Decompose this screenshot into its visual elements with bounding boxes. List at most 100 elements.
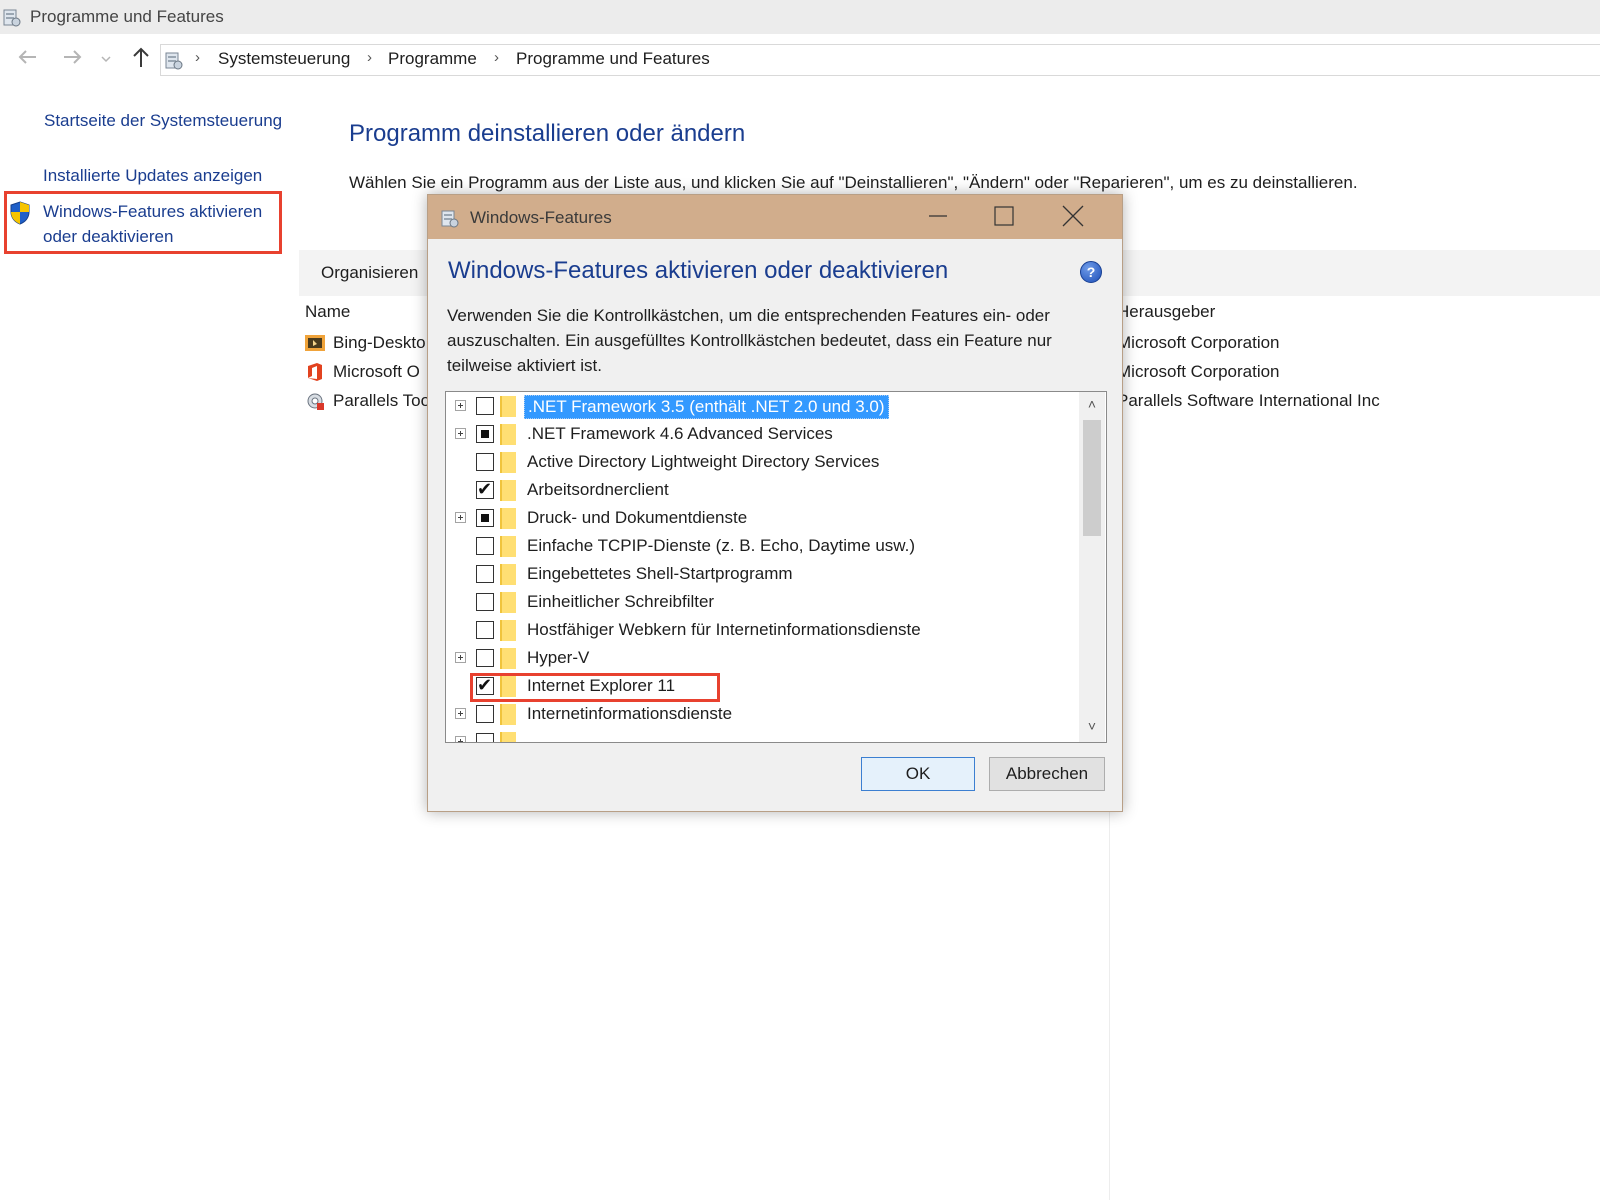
feature-checkbox[interactable] (476, 453, 494, 471)
feature-checkbox[interactable] (476, 565, 494, 583)
windows-features-dialog: Windows-Features Windows-Features aktivi… (427, 194, 1123, 812)
column-header-name[interactable]: Name (305, 302, 350, 322)
feature-row[interactable]: .NET Framework 3.5 (enthält .NET 2.0 und… (446, 393, 1078, 421)
breadcrumb-programme[interactable]: Programme (388, 49, 477, 69)
feature-row[interactable]: Internetinformationsdienste (446, 701, 1078, 729)
feature-row[interactable]: Einheitlicher Schreibfilter (446, 589, 1078, 617)
feature-checkbox[interactable] (476, 649, 494, 667)
folder-icon (500, 704, 516, 725)
dialog-description: Verwenden Sie die Kontrollkästchen, um d… (447, 306, 1052, 375)
feature-checkbox[interactable] (476, 397, 494, 415)
breadcrumb-separator-icon: › (195, 49, 200, 66)
feature-label: Einfache TCPIP-Dienste (z. B. Echo, Dayt… (527, 536, 915, 555)
feature-row[interactable]: Einfache TCPIP-Dienste (z. B. Echo, Dayt… (446, 533, 1078, 561)
feature-label: Internetinformationsdienste (527, 704, 733, 723)
folder-icon (500, 648, 516, 669)
ok-button[interactable]: OK (861, 757, 975, 791)
folder-icon (500, 536, 516, 557)
scroll-down-icon[interactable]: ˅ (1079, 718, 1105, 734)
expand-plus-icon[interactable] (455, 736, 466, 742)
feature-row[interactable]: ✔ Arbeitsordnerclient (446, 477, 1078, 505)
bing-desktop-icon (305, 335, 325, 351)
folder-icon (500, 396, 516, 417)
sidebar-link-control-panel-home[interactable]: Startseite der Systemsteuerung (44, 111, 282, 131)
scrollbar-thumb[interactable] (1083, 420, 1101, 536)
highlight-annotation-box (4, 191, 282, 254)
feature-label: Hyper-V (527, 648, 590, 667)
program-name: Microsoft O (333, 362, 420, 381)
arrow-left-icon[interactable] (16, 47, 40, 67)
folder-icon (500, 508, 516, 529)
feature-checkbox[interactable] (476, 537, 494, 555)
feature-label: .NET Framework 3.5 (enthält .NET 2.0 und… (524, 395, 889, 419)
folder-icon (500, 564, 516, 585)
organize-button[interactable]: Organisieren (321, 263, 418, 283)
column-header-publisher[interactable]: Herausgeber (1117, 302, 1215, 322)
program-publisher: Parallels Software International Inc (1117, 391, 1380, 410)
address-field[interactable]: › Systemsteuerung › Programme › Programm… (160, 44, 1600, 76)
feature-row[interactable]: Hyper-V (446, 645, 1078, 673)
minimize-icon[interactable] (914, 199, 960, 233)
control-panel-icon (441, 210, 459, 228)
breadcrumb-programme-und-features[interactable]: Programme und Features (516, 49, 710, 69)
dialog-titlebar[interactable]: Windows-Features (428, 195, 1122, 239)
feature-label: Druck- und Dokumentdienste (527, 508, 748, 527)
folder-icon (500, 452, 516, 473)
feature-checkbox[interactable] (476, 593, 494, 611)
arrow-up-icon[interactable] (130, 45, 152, 69)
highlight-annotation-box (470, 673, 720, 702)
window-title: Programme und Features (30, 7, 224, 26)
feature-checkbox[interactable]: ✔ (476, 479, 494, 499)
feature-row[interactable]: .NET Framework 4.6 Advanced Services (446, 421, 1078, 449)
program-name: Bing-Deskto (333, 333, 426, 352)
feature-checkbox[interactable] (476, 733, 494, 742)
expand-plus-icon[interactable] (455, 512, 466, 523)
program-publisher: Microsoft Corporation (1117, 333, 1280, 352)
breadcrumb-systemsteuerung[interactable]: Systemsteuerung (218, 49, 350, 69)
scroll-up-icon[interactable]: ˄ (1079, 396, 1105, 412)
expand-plus-icon[interactable] (455, 428, 466, 439)
sidebar-link-installed-updates[interactable]: Installierte Updates anzeigen (43, 166, 262, 186)
feature-label (524, 731, 530, 733)
feature-checkbox[interactable] (476, 705, 494, 723)
vertical-scrollbar[interactable]: ˄ ˅ (1079, 392, 1105, 742)
help-icon[interactable]: ? (1080, 261, 1102, 283)
program-publisher: Microsoft Corporation (1117, 362, 1280, 381)
feature-row[interactable] (446, 729, 1078, 742)
dialog-heading: Windows-Features aktivieren oder deaktiv… (448, 257, 949, 284)
program-name: Parallels Too (333, 391, 431, 410)
folder-icon (500, 424, 516, 445)
chevron-down-icon[interactable] (100, 54, 112, 64)
feature-label: Einheitlicher Schreibfilter (527, 592, 715, 611)
page-description: Wählen Sie ein Programm aus der Liste au… (349, 173, 1358, 192)
maximize-icon[interactable] (981, 199, 1027, 233)
feature-label: Eingebettetes Shell-Startprogramm (527, 564, 793, 583)
feature-row[interactable]: Eingebettetes Shell-Startprogramm (446, 561, 1078, 589)
feature-row[interactable]: Druck- und Dokumentdienste (446, 505, 1078, 533)
feature-row[interactable]: Active Directory Lightweight Directory S… (446, 449, 1078, 477)
feature-checkbox[interactable] (476, 621, 494, 639)
feature-label: Active Directory Lightweight Directory S… (527, 452, 880, 471)
control-panel-icon (165, 52, 183, 70)
close-icon[interactable] (1050, 199, 1096, 233)
page-title: Programm deinstallieren oder ändern (349, 120, 746, 147)
folder-icon (500, 732, 516, 742)
folder-icon (500, 480, 516, 501)
window-titlebar: Programme und Features (0, 0, 1600, 34)
dialog-title: Windows-Features (470, 208, 612, 227)
checkmark-icon: ✔ (477, 479, 493, 499)
feature-checkbox[interactable] (476, 509, 494, 527)
feature-row[interactable]: Hostfähiger Webkern für Internetinformat… (446, 617, 1078, 645)
breadcrumb-separator-icon: › (367, 49, 372, 66)
feature-label: Hostfähiger Webkern für Internetinformat… (527, 620, 921, 639)
expand-plus-icon[interactable] (455, 400, 466, 411)
cancel-button[interactable]: Abbrechen (989, 757, 1105, 791)
address-bar-row: › Systemsteuerung › Programme › Programm… (0, 34, 1600, 80)
feature-checkbox[interactable] (476, 425, 494, 443)
office-icon (308, 363, 322, 381)
folder-icon (500, 620, 516, 641)
feature-label: Arbeitsordnerclient (527, 480, 669, 499)
expand-plus-icon[interactable] (455, 652, 466, 663)
arrow-right-icon[interactable] (60, 47, 84, 67)
expand-plus-icon[interactable] (455, 708, 466, 719)
